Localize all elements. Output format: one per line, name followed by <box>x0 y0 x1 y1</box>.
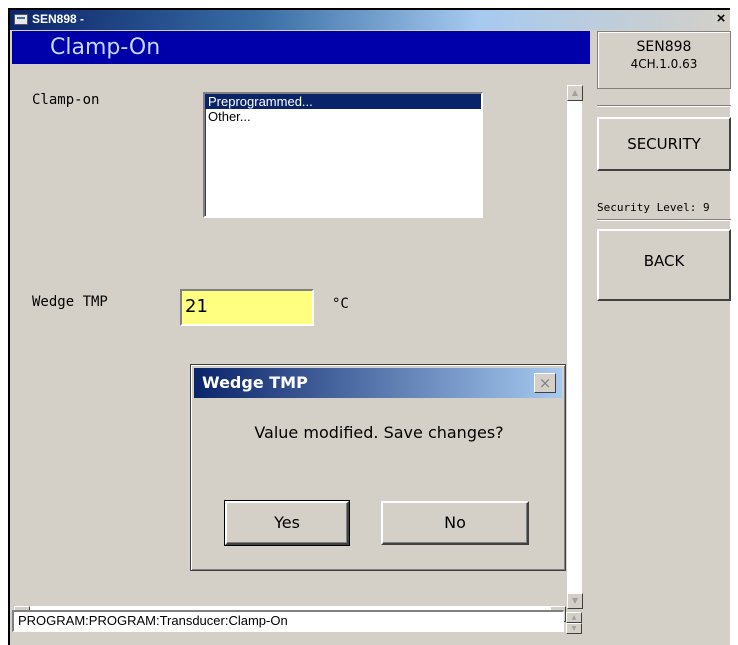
app-window: SEN898 - × Clamp-On Clamp-on Preprogramm… <box>8 8 732 645</box>
spin-up-icon[interactable]: ▲ <box>566 612 582 623</box>
back-button[interactable]: BACK <box>597 229 731 301</box>
window-title: SEN898 - <box>32 12 85 26</box>
no-button[interactable]: No <box>381 501 529 545</box>
content-area: Clamp-on Preprogrammed... Other... Wedge… <box>12 64 566 617</box>
spin-down-icon[interactable]: ▼ <box>566 623 582 634</box>
dialog-message: Value modified. Save changes? <box>254 423 504 442</box>
security-level: Security Level: 9 <box>597 201 710 214</box>
wedge-tmp-unit: °C <box>332 296 349 312</box>
main-panel: Clamp-On Clamp-on Preprogrammed... Other… <box>12 31 590 622</box>
list-item-preprogrammed[interactable]: Preprogrammed... <box>205 94 481 109</box>
clamp-on-label: Clamp-on <box>32 92 100 108</box>
window-close-icon[interactable]: × <box>714 11 728 27</box>
security-button[interactable]: SECURITY <box>597 117 731 171</box>
dialog-title: Wedge TMP <box>202 373 308 392</box>
scroll-up-arrow-icon[interactable]: ▲ <box>567 85 583 101</box>
save-changes-dialog: Wedge TMP × Value modified. Save changes… <box>190 364 566 571</box>
dialog-titlebar[interactable]: Wedge TMP × <box>194 368 562 398</box>
wedge-tmp-input[interactable]: 21 <box>180 289 314 326</box>
section-header: Clamp-On <box>12 31 590 64</box>
list-item-other[interactable]: Other... <box>205 109 481 124</box>
model-name: SEN898 <box>636 39 692 55</box>
version-box: SEN898 4CH.1.0.63 <box>597 31 731 89</box>
status-path: PROGRAM:PROGRAM:Transducer:Clamp-On <box>12 610 564 632</box>
clamp-on-listbox[interactable]: Preprogrammed... Other... <box>203 92 483 218</box>
scroll-down-arrow-icon[interactable]: ▼ <box>567 593 583 609</box>
dialog-close-icon[interactable]: × <box>534 373 556 393</box>
yes-button[interactable]: Yes <box>224 500 350 546</box>
vertical-scrollbar[interactable]: ▲ ▼ <box>566 85 583 609</box>
status-spinner[interactable]: ▲ ▼ <box>566 612 582 634</box>
window-titlebar[interactable]: SEN898 - × <box>10 10 730 30</box>
right-panel: SEN898 4CH.1.0.63 SECURITY Security Leve… <box>595 31 732 601</box>
divider <box>597 219 731 221</box>
divider <box>597 105 731 107</box>
firmware-version: 4CH.1.0.63 <box>630 57 698 71</box>
app-window-icon[interactable] <box>14 14 28 25</box>
wedge-tmp-label: Wedge TMP <box>32 294 108 310</box>
